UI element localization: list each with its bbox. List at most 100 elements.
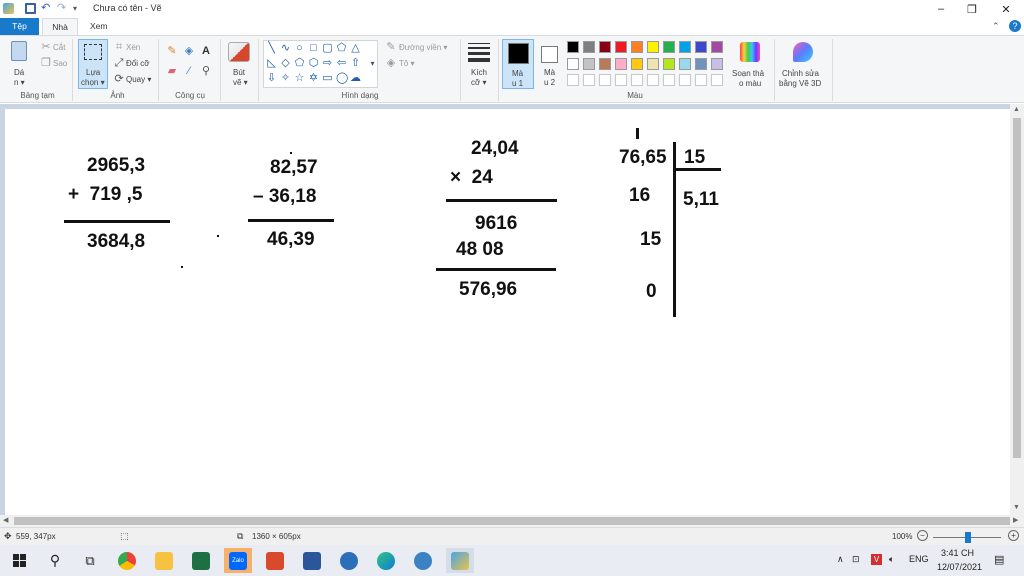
- right-arrow-shape-icon[interactable]: ⇨: [322, 58, 333, 69]
- rotate-button[interactable]: Quay ▾: [126, 75, 151, 84]
- palette-swatch[interactable]: [663, 58, 675, 70]
- taskbar-chrome[interactable]: [113, 548, 141, 573]
- cut-button[interactable]: Cắt: [53, 43, 65, 52]
- undo-icon[interactable]: ↶: [41, 3, 52, 14]
- hexagon-shape-icon[interactable]: ⬡: [308, 58, 319, 69]
- palette-swatch[interactable]: [583, 58, 595, 70]
- zoom-out-icon[interactable]: −: [917, 530, 928, 541]
- palette-swatch[interactable]: [695, 41, 707, 53]
- six-point-star-icon[interactable]: ✡: [308, 73, 319, 84]
- scroll-down-icon[interactable]: ▼: [1013, 504, 1020, 511]
- palette-swatch[interactable]: [695, 58, 707, 70]
- four-point-star-icon[interactable]: ✧: [280, 73, 291, 84]
- palette-swatch[interactable]: [679, 58, 691, 70]
- callout-cloud-icon[interactable]: ☁: [350, 73, 361, 84]
- minimize-button[interactable]: –: [924, 0, 958, 18]
- clock-time[interactable]: 3:41 CH: [941, 548, 974, 558]
- copy-button[interactable]: Sao: [53, 59, 67, 68]
- zoom-slider-thumb[interactable]: [965, 532, 971, 543]
- maximize-button[interactable]: ❐: [955, 0, 989, 18]
- zoom-in-icon[interactable]: +: [1008, 530, 1019, 541]
- select-button[interactable]: Lựa chọn ▾: [78, 39, 108, 89]
- search-button[interactable]: ⚲: [41, 548, 69, 573]
- pentagon-shape-icon[interactable]: ⬠: [294, 58, 305, 69]
- scroll-up-icon[interactable]: ▲: [1013, 106, 1020, 113]
- up-arrow-shape-icon[interactable]: ⇧: [350, 58, 361, 69]
- redo-icon[interactable]: ↷: [57, 3, 68, 14]
- color-picker-icon[interactable]: ⁄: [183, 65, 195, 77]
- palette-swatch[interactable]: [663, 41, 675, 53]
- callout-rect-icon[interactable]: ▭: [322, 73, 333, 84]
- palette-swatch[interactable]: [599, 58, 611, 70]
- polygon-shape-icon[interactable]: ⬠: [336, 43, 347, 54]
- vertical-scroll-thumb[interactable]: [1013, 118, 1021, 458]
- rounded-rect-shape-icon[interactable]: ▢: [322, 43, 333, 54]
- palette-swatch[interactable]: [583, 41, 595, 53]
- custom-color-slot[interactable]: [599, 74, 611, 86]
- edit-colors-button[interactable]: Soạn thả o màu: [731, 39, 771, 89]
- palette-swatch[interactable]: [631, 58, 643, 70]
- shapes-scroll-icon[interactable]: ▾: [367, 58, 378, 69]
- notification-icon[interactable]: ▤: [994, 553, 1004, 566]
- crop-button[interactable]: Xén: [126, 43, 140, 52]
- color1-button[interactable]: Mà u 1: [502, 39, 534, 89]
- fill-bucket-icon[interactable]: ◈: [183, 45, 195, 57]
- custom-color-slot[interactable]: [695, 74, 707, 86]
- paste-button[interactable]: Dá n ▾: [6, 39, 32, 89]
- resize-button[interactable]: Đổi cỡ: [126, 59, 149, 68]
- triangle-shape-icon[interactable]: △: [350, 43, 361, 54]
- curve-shape-icon[interactable]: ∿: [280, 43, 291, 54]
- palette-swatch[interactable]: [567, 41, 579, 53]
- horizontal-scroll-thumb[interactable]: [14, 517, 1010, 525]
- five-point-star-icon[interactable]: ☆: [294, 73, 305, 84]
- help-icon[interactable]: ?: [1009, 20, 1021, 32]
- palette-swatch[interactable]: [615, 58, 627, 70]
- palette-swatch[interactable]: [631, 41, 643, 53]
- palette-swatch[interactable]: [615, 41, 627, 53]
- palette-swatch[interactable]: [711, 58, 723, 70]
- palette-swatch[interactable]: [711, 41, 723, 53]
- vertical-scrollbar[interactable]: ▲ ▼: [1010, 104, 1024, 515]
- custom-color-slot[interactable]: [583, 74, 595, 86]
- custom-color-slot[interactable]: [679, 74, 691, 86]
- palette-swatch[interactable]: [647, 58, 659, 70]
- taskbar-paint[interactable]: [446, 548, 474, 573]
- taskbar-edge[interactable]: [372, 548, 400, 573]
- rectangle-shape-icon[interactable]: □: [308, 43, 319, 54]
- horizontal-scrollbar[interactable]: ◀ ▶: [0, 515, 1024, 527]
- magnifier-icon[interactable]: ⚲: [200, 65, 212, 77]
- pencil-icon[interactable]: ✎: [166, 45, 178, 57]
- tab-view[interactable]: Xem: [84, 18, 113, 35]
- custom-color-slot[interactable]: [567, 74, 579, 86]
- paint-app-icon[interactable]: [3, 3, 14, 14]
- custom-color-slot[interactable]: [711, 74, 723, 86]
- taskbar-app-globe[interactable]: [409, 548, 437, 573]
- shapes-gallery[interactable]: ╲ ∿ ○ □ ▢ ⬠ △ ◺ ◇ ⬠ ⬡ ⇨ ⇦ ⇧ ⇩ ✧ ☆ ✡ ▭ ◯ …: [263, 40, 378, 88]
- task-view-button[interactable]: ⧉: [76, 548, 104, 573]
- tab-home[interactable]: Nhà: [42, 18, 78, 35]
- size-button[interactable]: Kích cỡ ▾: [464, 39, 494, 89]
- taskbar-word[interactable]: [298, 548, 326, 573]
- callout-oval-icon[interactable]: ◯: [336, 73, 348, 84]
- fill-dropdown[interactable]: Tô ▾: [399, 59, 415, 68]
- color2-button[interactable]: Mà u 2: [536, 39, 564, 89]
- drawing-canvas[interactable]: 2965,3 + 719 ,5 3684,8 82,57 – 36,18 46,…: [5, 109, 1015, 515]
- palette-swatch[interactable]: [567, 58, 579, 70]
- volume-icon[interactable]: 🔈︎: [889, 554, 894, 565]
- close-button[interactable]: ✕: [989, 0, 1023, 18]
- line-shape-icon[interactable]: ╲: [266, 43, 277, 54]
- custom-color-slot[interactable]: [631, 74, 643, 86]
- palette-swatch[interactable]: [599, 41, 611, 53]
- oval-shape-icon[interactable]: ○: [294, 43, 305, 54]
- scroll-left-icon[interactable]: ◀: [3, 516, 8, 524]
- network-icon[interactable]: ⊡: [852, 554, 860, 565]
- save-icon[interactable]: [25, 3, 36, 14]
- right-triangle-shape-icon[interactable]: ◺: [266, 58, 277, 69]
- custom-color-slot[interactable]: [647, 74, 659, 86]
- custom-color-slot[interactable]: [615, 74, 627, 86]
- tray-expand-icon[interactable]: ∧: [837, 554, 844, 565]
- antivirus-icon[interactable]: V: [871, 554, 882, 565]
- left-arrow-shape-icon[interactable]: ⇦: [336, 58, 347, 69]
- eraser-icon[interactable]: ▰: [166, 65, 178, 77]
- down-arrow-shape-icon[interactable]: ⇩: [266, 73, 277, 84]
